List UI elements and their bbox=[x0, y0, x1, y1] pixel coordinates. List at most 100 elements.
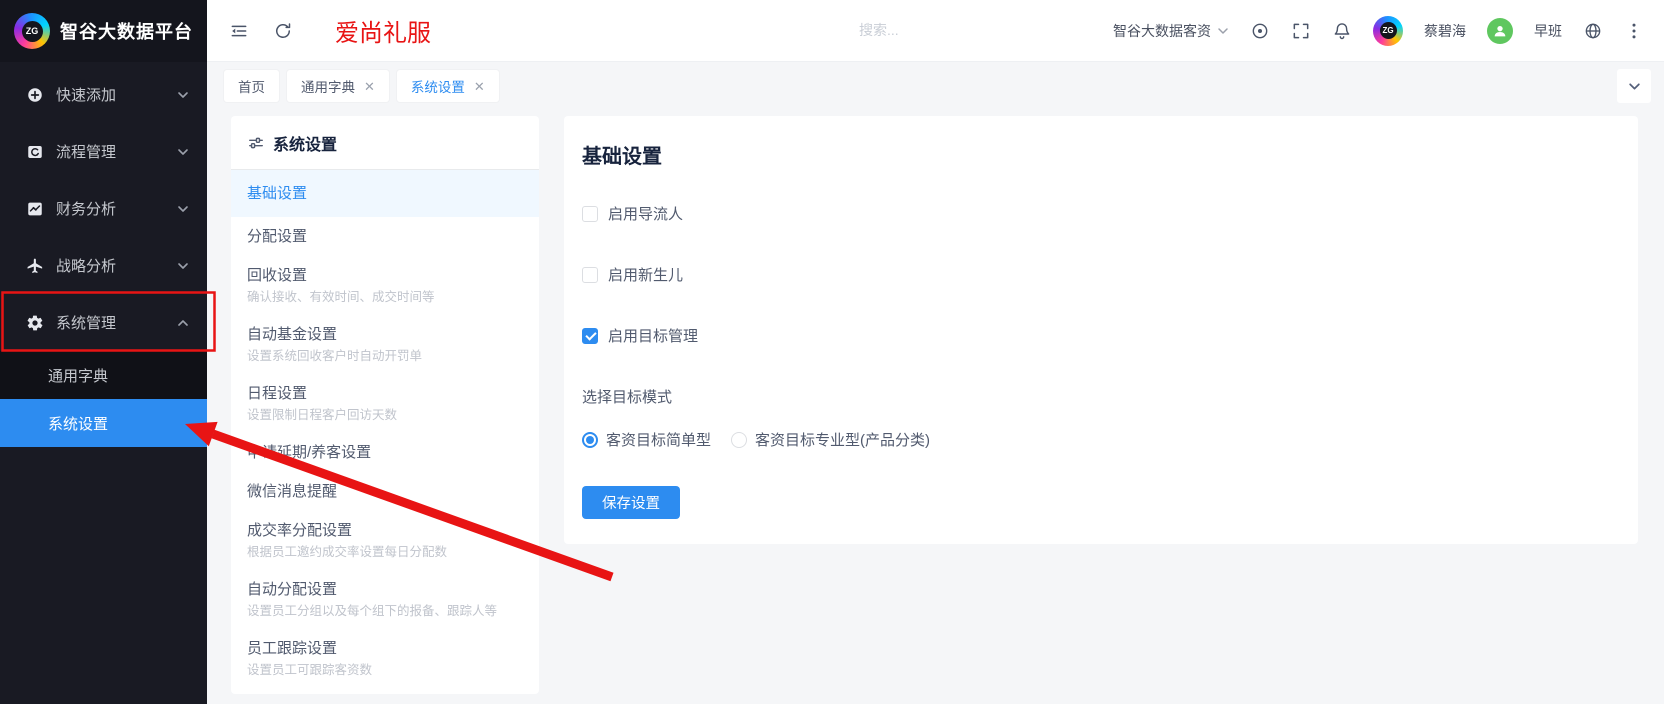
sidebar-item[interactable]: 快速添加 bbox=[0, 66, 207, 123]
sidebar-item-label: 系统管理 bbox=[56, 312, 116, 333]
sidebar-item[interactable]: 战略分析 bbox=[0, 237, 207, 294]
target-icon[interactable] bbox=[1250, 21, 1270, 41]
collapse-sidebar-icon[interactable] bbox=[229, 21, 249, 41]
sidebar-item[interactable]: 财务分析 bbox=[0, 180, 207, 237]
finance-chart-icon bbox=[26, 200, 44, 218]
topbar: 爱尚礼服 智谷大数据客资 bbox=[207, 0, 1664, 62]
settings-nav-item[interactable]: 微信消息提醒 bbox=[231, 472, 539, 511]
radio-button[interactable] bbox=[582, 432, 598, 448]
sidebar-subitem[interactable]: 系统设置 bbox=[0, 399, 207, 447]
chevron-down-icon bbox=[177, 203, 189, 215]
brand-logo: ZG bbox=[14, 13, 50, 49]
process-icon bbox=[26, 143, 44, 161]
sidebar-item[interactable]: 系统管理 bbox=[0, 294, 207, 351]
chevron-down-icon bbox=[177, 260, 189, 272]
settings-panel-header: 系统设置 bbox=[231, 116, 539, 170]
brand-area: ZG 智谷大数据平台 bbox=[0, 0, 207, 62]
basic-settings-panel: 基础设置 启用导流人 启用新生儿 启用目标管理 bbox=[564, 116, 1638, 544]
settings-nav-item[interactable]: 自动基金设置 设置系统回收客户时自动开罚单 bbox=[231, 315, 539, 374]
sidebar: ZG 智谷大数据平台 快速添加 流程管理 bbox=[0, 0, 207, 704]
settings-nav-list: 基础设置 分配设置 回收设置 确认接收、有效时间、成交时间等 bbox=[231, 170, 539, 688]
radio-label: 客资目标专业型(产品分类) bbox=[755, 429, 930, 450]
sidebar-subitem-label: 系统设置 bbox=[48, 413, 108, 434]
settings-nav-item-title: 成交率分配设置 bbox=[247, 520, 523, 541]
settings-nav-item-subtitle: 设置员工分组以及每个组下的报备、跟踪人等 bbox=[247, 602, 523, 620]
shift-avatar-icon[interactable] bbox=[1487, 18, 1513, 44]
checkbox[interactable] bbox=[582, 328, 598, 344]
tab-close-icon[interactable]: ✕ bbox=[364, 80, 375, 93]
radio-label: 客资目标简单型 bbox=[606, 429, 711, 450]
sidebar-item-label: 快速添加 bbox=[56, 84, 116, 105]
tab-label: 通用字典 bbox=[301, 76, 355, 96]
settings-nav-item-subtitle: 根据员工邀约成交率设置每日分配数 bbox=[247, 543, 523, 561]
sidebar-item[interactable]: 流程管理 bbox=[0, 123, 207, 180]
checkbox[interactable] bbox=[582, 267, 598, 283]
main-column: 爱尚礼服 智谷大数据客资 bbox=[207, 0, 1664, 704]
org-selector-label: 智谷大数据客资 bbox=[1113, 21, 1211, 41]
settings-nav-item-title: 微信消息提醒 bbox=[247, 481, 523, 502]
tab-label: 系统设置 bbox=[411, 76, 465, 96]
target-mode-group-label: 选择目标模式 bbox=[582, 386, 1620, 407]
sidebar-item-label: 战略分析 bbox=[56, 255, 116, 276]
search-box bbox=[859, 22, 1079, 40]
bell-icon[interactable] bbox=[1332, 21, 1352, 41]
username-label: 蔡碧海 bbox=[1424, 21, 1466, 41]
settings-nav-item[interactable]: 自动分配设置 设置员工分组以及每个组下的报备、跟踪人等 bbox=[231, 570, 539, 629]
settings-nav-item[interactable]: 基础设置 bbox=[231, 170, 539, 217]
chevron-down-icon bbox=[1217, 25, 1229, 37]
sidebar-menu: 快速添加 流程管理 财务分析 bbox=[0, 62, 207, 704]
settings-nav-item[interactable]: 日程设置 设置限制日程客户回访天数 bbox=[231, 374, 539, 433]
checkbox-label: 启用目标管理 bbox=[608, 325, 698, 346]
settings-nav-item[interactable]: 回收设置 确认接收、有效时间、成交时间等 bbox=[231, 256, 539, 315]
chevron-down-icon bbox=[177, 146, 189, 158]
settings-nav-item-title: 基础设置 bbox=[247, 183, 523, 204]
gear-icon bbox=[26, 314, 44, 332]
checkbox[interactable] bbox=[582, 206, 598, 222]
more-options-icon[interactable] bbox=[1624, 21, 1644, 41]
settings-nav-item-title: 员工跟踪设置 bbox=[247, 638, 523, 659]
tab-label: 首页 bbox=[238, 76, 265, 96]
sidebar-item-label: 财务分析 bbox=[56, 198, 116, 219]
checkbox-row[interactable]: 启用新生儿 bbox=[582, 264, 1620, 285]
settings-nav-item-title: 申请延期/养客设置 bbox=[247, 442, 523, 463]
tab-bar: 首页 通用字典 ✕ 系统设置 ✕ bbox=[207, 62, 1664, 110]
strategy-plane-icon bbox=[26, 257, 44, 275]
checkbox-row[interactable]: 启用目标管理 bbox=[582, 325, 1620, 346]
globe-icon[interactable] bbox=[1583, 21, 1603, 41]
radio-option[interactable]: 客资目标简单型 bbox=[582, 429, 711, 450]
tabs: 首页 通用字典 ✕ 系统设置 ✕ bbox=[224, 70, 499, 102]
search-input[interactable] bbox=[859, 22, 1079, 38]
settings-nav-item[interactable]: 申请延期/养客设置 bbox=[231, 433, 539, 472]
save-settings-button[interactable]: 保存设置 bbox=[582, 486, 680, 519]
sidebar-subitem-label: 通用字典 bbox=[48, 365, 108, 386]
radio-button[interactable] bbox=[731, 432, 747, 448]
settings-nav-panel: 系统设置 基础设置 分配设置 bbox=[231, 116, 539, 694]
radio-option[interactable]: 客资目标专业型(产品分类) bbox=[731, 429, 930, 450]
chevron-down-icon bbox=[177, 317, 189, 329]
checkbox-label: 启用新生儿 bbox=[608, 264, 683, 285]
fullscreen-icon[interactable] bbox=[1291, 21, 1311, 41]
settings-nav-item-subtitle: 设置员工可跟踪客资数 bbox=[247, 661, 523, 679]
tab[interactable]: 系统设置 ✕ bbox=[397, 70, 499, 102]
refresh-icon[interactable] bbox=[273, 21, 293, 41]
content-area: 系统设置 基础设置 分配设置 bbox=[207, 110, 1664, 704]
page-title: 基础设置 bbox=[582, 140, 1620, 169]
org-selector[interactable]: 智谷大数据客资 bbox=[1113, 21, 1229, 41]
checkbox-label: 启用导流人 bbox=[608, 203, 683, 224]
chevron-down-icon bbox=[177, 89, 189, 101]
tab-list-dropdown-button[interactable] bbox=[1617, 69, 1651, 103]
settings-nav-item-subtitle: 确认接收、有效时间、成交时间等 bbox=[247, 288, 523, 306]
target-mode-radio-group: 客资目标简单型 客资目标专业型(产品分类) bbox=[582, 429, 1620, 450]
settings-nav-item[interactable]: 员工跟踪设置 设置员工可跟踪客资数 bbox=[231, 629, 539, 688]
settings-nav-item[interactable]: 分配设置 bbox=[231, 217, 539, 256]
user-avatar[interactable]: ZG bbox=[1373, 16, 1403, 46]
topbar-right: 智谷大数据客资 bbox=[1113, 16, 1644, 46]
settings-nav-item-subtitle: 设置限制日程客户回访天数 bbox=[247, 406, 523, 424]
settings-nav-item[interactable]: 成交率分配设置 根据员工邀约成交率设置每日分配数 bbox=[231, 511, 539, 570]
app-root: ZG 智谷大数据平台 快速添加 流程管理 bbox=[0, 0, 1664, 704]
tab[interactable]: 通用字典 ✕ bbox=[287, 70, 389, 102]
tab-close-icon[interactable]: ✕ bbox=[474, 80, 485, 93]
sidebar-subitem[interactable]: 通用字典 bbox=[0, 351, 207, 399]
tab[interactable]: 首页 bbox=[224, 70, 279, 102]
checkbox-row[interactable]: 启用导流人 bbox=[582, 203, 1620, 224]
